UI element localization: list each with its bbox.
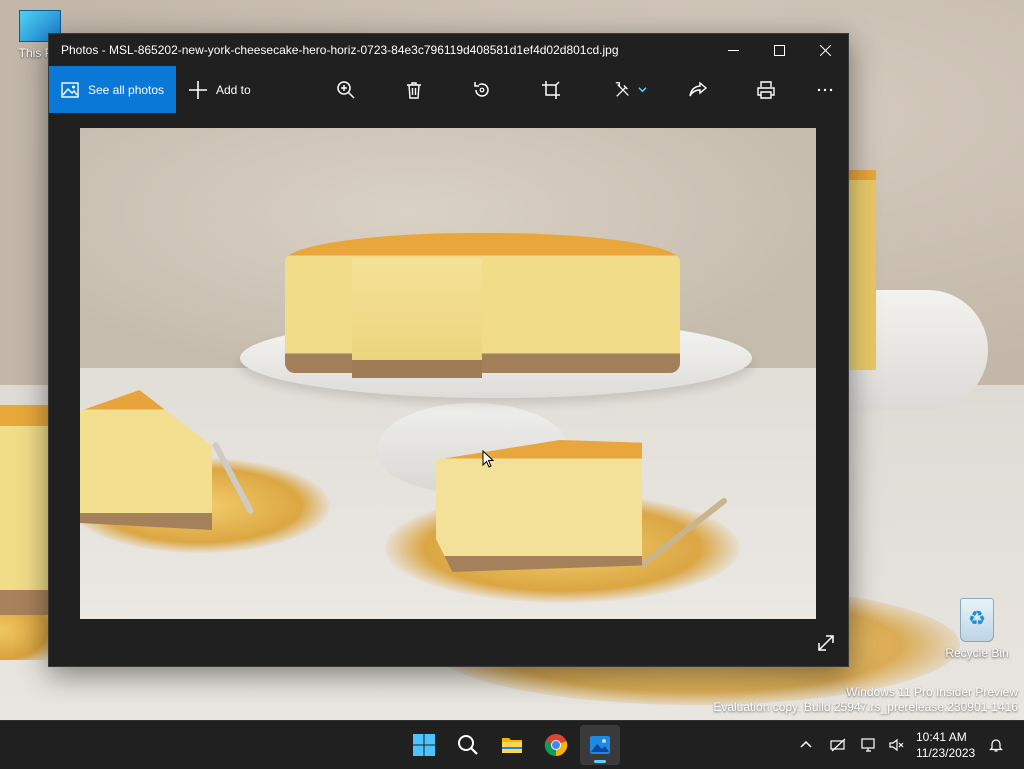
wallpaper-cake — [848, 170, 876, 370]
print-button[interactable] — [744, 66, 788, 113]
show-hidden-icons-button[interactable] — [796, 735, 816, 755]
windows-watermark: Windows 11 Pro Insider Preview Evaluatio… — [713, 685, 1018, 715]
cheesecake-photo[interactable] — [80, 128, 816, 619]
see-all-photos-label: See all photos — [88, 82, 165, 97]
close-icon — [819, 44, 831, 56]
more-options-button[interactable] — [803, 66, 847, 113]
recycle-bin-icon: ♻ — [960, 598, 994, 642]
crop-icon — [542, 80, 560, 99]
active-app-indicator — [594, 760, 606, 763]
photo-gallery-icon — [61, 81, 79, 98]
desktop-icon-recycle-bin[interactable]: ♻ Recycle Bin — [942, 598, 1012, 660]
maximize-icon — [773, 44, 785, 56]
edit-draw-icon — [615, 81, 629, 97]
share-icon — [689, 81, 708, 96]
add-to-button[interactable]: Add to — [188, 80, 251, 100]
cheesecake-slice-right — [436, 440, 642, 572]
watermark-line-1: Windows 11 Pro Insider Preview — [846, 685, 1018, 699]
cheesecake-cut-face — [352, 258, 482, 378]
network-button[interactable] — [859, 735, 879, 755]
battery-button[interactable] — [828, 735, 848, 755]
zoom-in-icon — [337, 80, 355, 99]
minimize-button[interactable] — [710, 34, 756, 66]
desktop-icon-label: Recycle Bin — [945, 646, 1009, 660]
photos-toolbar: See all photos Add to — [49, 66, 848, 113]
rotate-icon — [474, 81, 489, 97]
system-clock[interactable]: 10:41 AM 11/23/2023 — [916, 729, 976, 761]
delete-button[interactable] — [392, 66, 436, 113]
zoom-button[interactable] — [324, 66, 368, 113]
battery-saver-icon — [830, 738, 846, 752]
photos-app-icon — [590, 736, 610, 754]
full-screen-icon[interactable] — [813, 630, 839, 656]
volume-muted-icon — [889, 738, 904, 752]
maximize-button[interactable] — [756, 34, 802, 66]
edit-button[interactable] — [605, 66, 655, 113]
clock-time: 10:41 AM — [916, 730, 967, 744]
wallpaper-cake-slice — [0, 405, 48, 615]
printer-icon — [757, 80, 775, 99]
photos-window: Photos - MSL-865202-new-york-cheesecake-… — [48, 33, 849, 667]
more-icon — [817, 88, 833, 91]
share-button[interactable] — [676, 66, 720, 113]
photo-viewer[interactable] — [49, 113, 848, 666]
search-button[interactable] — [448, 725, 488, 765]
chevron-up-icon — [800, 740, 812, 748]
chrome-icon — [544, 734, 568, 757]
start-button[interactable] — [404, 725, 444, 765]
network-icon — [861, 738, 875, 752]
file-explorer-button[interactable] — [492, 725, 532, 765]
title-bar[interactable]: Photos - MSL-865202-new-york-cheesecake-… — [49, 34, 848, 66]
watermark-line-2: Evaluation copy. Build 25947.rs_prerelea… — [713, 700, 1018, 714]
taskbar: 10:41 AM 11/23/2023 — [0, 720, 1024, 769]
chrome-button[interactable] — [536, 725, 576, 765]
mouse-cursor-icon — [482, 450, 494, 468]
rotate-button[interactable] — [460, 66, 504, 113]
photos-app-button[interactable] — [580, 725, 620, 765]
trash-icon — [407, 81, 421, 99]
whole-cheesecake — [285, 233, 680, 373]
search-icon — [458, 735, 478, 755]
add-to-label: Add to — [216, 82, 251, 97]
clock-date: 11/23/2023 — [916, 746, 976, 760]
crop-button[interactable] — [529, 66, 573, 113]
volume-button[interactable] — [886, 735, 906, 755]
windows-logo-icon — [413, 734, 435, 756]
minimize-icon — [727, 49, 739, 51]
window-title: Photos - MSL-865202-new-york-cheesecake-… — [61, 43, 619, 57]
plus-icon — [189, 80, 207, 99]
chevron-down-icon — [637, 87, 647, 93]
see-all-photos-button[interactable]: See all photos — [49, 66, 176, 113]
folder-icon — [502, 738, 522, 753]
close-button[interactable] — [802, 34, 848, 66]
notifications-button[interactable] — [986, 735, 1006, 755]
bell-icon — [989, 739, 1003, 752]
